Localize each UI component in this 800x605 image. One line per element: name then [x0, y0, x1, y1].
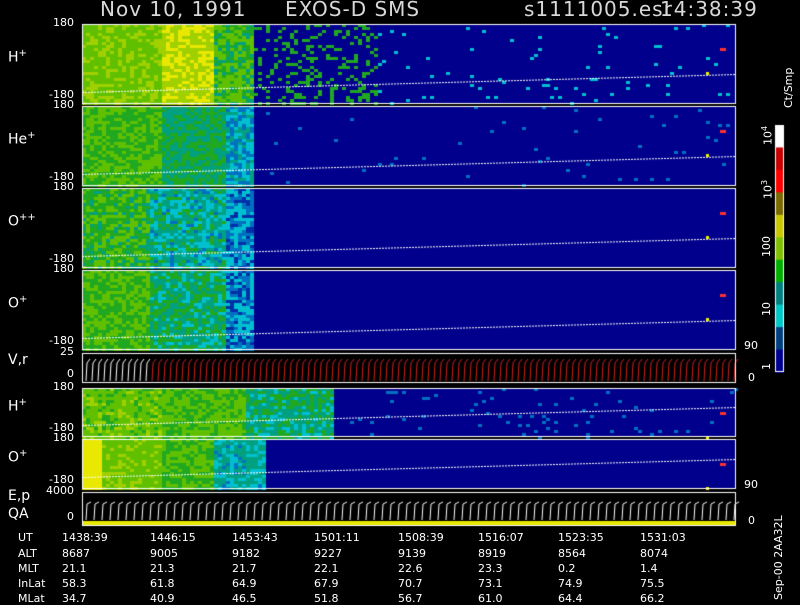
header-time: 14:38:39 — [660, 0, 758, 21]
table-cell: 8074 — [640, 547, 668, 560]
y-tick-top: 25 — [60, 345, 74, 358]
colorbar-tick-label: 10 — [760, 302, 773, 316]
table-cell: 9005 — [150, 547, 178, 560]
spectrogram-canvas — [0, 0, 800, 600]
panel-label: O+ — [8, 448, 28, 466]
table-row-label: MLat — [18, 592, 45, 605]
table-cell: 1438:39 — [62, 531, 108, 544]
table-cell: 34.7 — [62, 592, 87, 605]
header-instrument: EXOS-D SMS — [285, 0, 421, 21]
table-cell: 21.7 — [232, 562, 257, 575]
table-cell: 21.3 — [150, 562, 175, 575]
panel-label: H+ — [8, 396, 27, 415]
table-cell: 1508:39 — [398, 531, 444, 544]
y-tick-bottom: 0 — [67, 510, 74, 523]
colorbar-unit: Ct/Smp — [782, 67, 795, 108]
table-cell: 1.4 — [640, 562, 658, 575]
right-tick-top: 90 — [744, 478, 758, 491]
header-date: Nov 10, 1991 — [100, 0, 247, 21]
y-tick-top: 180 — [53, 98, 74, 111]
table-cell: 56.7 — [398, 592, 423, 605]
y-tick-top: 180 — [53, 380, 74, 393]
table-cell: 74.9 — [558, 577, 583, 590]
table-row-label: InLat — [18, 577, 46, 590]
table-cell: 51.8 — [314, 592, 339, 605]
table-cell: 70.7 — [398, 577, 423, 590]
table-cell: 8564 — [558, 547, 586, 560]
table-cell: 1453:43 — [232, 531, 278, 544]
y-tick-bottom: 0 — [67, 367, 74, 380]
table-cell: 8919 — [478, 547, 506, 560]
panel-label-2: QA — [8, 506, 29, 522]
footer-stamp: Sep-00 2AA32L — [772, 515, 785, 600]
right-tick-bottom: 0 — [748, 371, 755, 384]
table-cell: 73.1 — [478, 577, 503, 590]
table-cell: 66.2 — [640, 592, 665, 605]
panel-label: O++ — [8, 212, 36, 230]
table-cell: 21.1 — [62, 562, 87, 575]
y-tick-top: 180 — [53, 16, 74, 29]
colorbar-tick-label: 100 — [760, 235, 773, 257]
panel-label: He+ — [8, 130, 36, 148]
table-cell: 75.5 — [640, 577, 665, 590]
colorbar-tick-label: 103 — [760, 179, 775, 199]
panel-label: V,r — [8, 352, 28, 368]
table-cell: 8687 — [62, 547, 90, 560]
table-cell: 1446:15 — [150, 531, 196, 544]
table-cell: 9227 — [314, 547, 342, 560]
table-cell: 61.8 — [150, 577, 175, 590]
table-cell: 1523:35 — [558, 531, 604, 544]
table-cell: 46.5 — [232, 592, 257, 605]
table-cell: 64.9 — [232, 577, 257, 590]
panel-label: E,p — [8, 488, 31, 504]
panel-label: H+ — [8, 48, 27, 66]
y-tick-top: 180 — [53, 180, 74, 193]
table-cell: 9139 — [398, 547, 426, 560]
right-tick-bottom: 0 — [748, 514, 755, 527]
table-cell: 67.9 — [314, 577, 339, 590]
table-cell: 9182 — [232, 547, 260, 560]
table-cell: 0.2 — [558, 562, 576, 575]
table-cell: 22.1 — [314, 562, 339, 575]
table-cell: 22.6 — [398, 562, 423, 575]
table-cell: 40.9 — [150, 592, 175, 605]
colorbar-tick-label: 104 — [760, 125, 775, 145]
table-cell: 1531:03 — [640, 531, 686, 544]
header-file: s1111005.esr — [524, 0, 673, 21]
table-cell: 64.4 — [558, 592, 583, 605]
right-tick-top: 90 — [744, 339, 758, 352]
y-tick-top: 180 — [53, 262, 74, 275]
table-cell: 23.3 — [478, 562, 503, 575]
table-row-label: UT — [18, 531, 33, 544]
panel-label: O+ — [8, 294, 28, 312]
table-cell: 1501:11 — [314, 531, 360, 544]
table-row-label: MLT — [18, 562, 39, 575]
table-cell: 58.3 — [62, 577, 87, 590]
y-tick-top: 180 — [53, 431, 74, 444]
colorbar-tick-label: 1 — [760, 362, 773, 370]
table-cell: 1516:07 — [478, 531, 524, 544]
table-row-label: ALT — [18, 547, 37, 560]
table-cell: 61.0 — [478, 592, 503, 605]
y-tick-top: 4000 — [46, 484, 74, 497]
